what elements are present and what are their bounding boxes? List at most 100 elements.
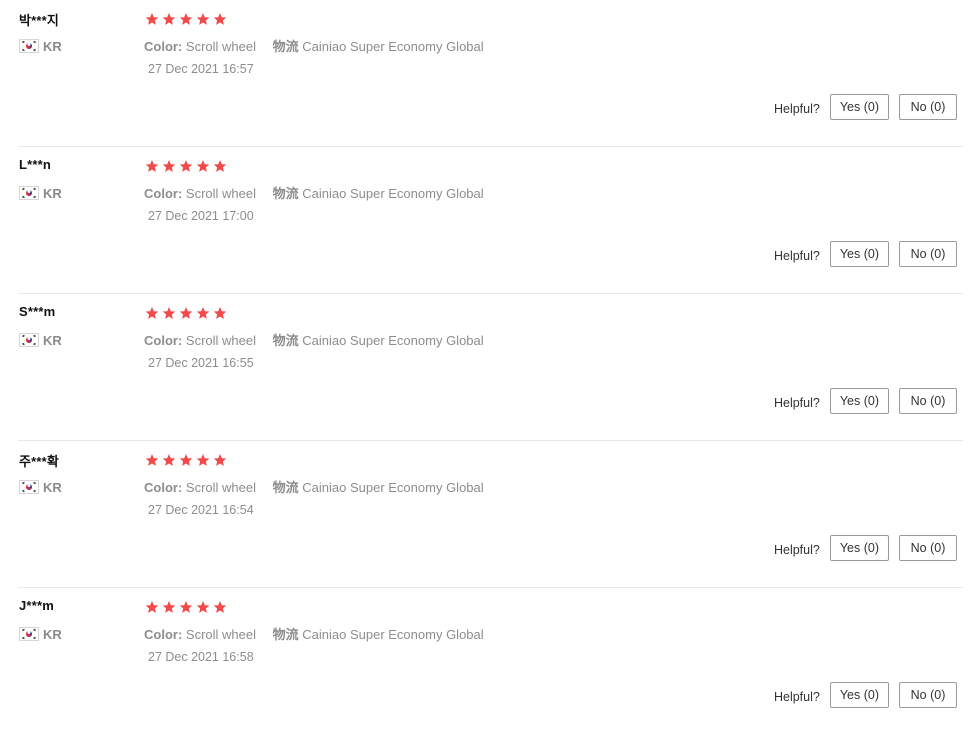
star-icon: [179, 454, 193, 466]
helpful-no-button[interactable]: No (0): [899, 682, 957, 708]
star-icon: [145, 160, 159, 172]
color-key: Color:: [144, 627, 183, 642]
country-code: KR: [43, 38, 62, 54]
shipping-key: 物流: [272, 39, 299, 54]
star-icon: [162, 454, 176, 466]
color-key: Color:: [144, 39, 183, 54]
star-icon: [213, 307, 227, 319]
color-value: Scroll wheel: [185, 39, 256, 54]
country-code: KR: [43, 332, 62, 348]
reviewer-name: 주***확: [19, 454, 60, 469]
color-key: Color:: [144, 186, 183, 201]
star-rating: [145, 453, 227, 467]
star-icon: [196, 13, 210, 25]
sku-info: Color: Scroll wheel 物流 Cainiao Super Eco…: [144, 477, 484, 496]
star-icon: [213, 13, 227, 25]
helpful-yes-button[interactable]: Yes (0): [829, 535, 889, 561]
star-icon: [145, 13, 159, 25]
review-date: 27 Dec 2021 17:00: [148, 209, 254, 223]
helpful-yes-button[interactable]: Yes (0): [829, 94, 889, 120]
reviewer-country: KR: [19, 184, 62, 202]
reviewer-country: KR: [19, 331, 62, 349]
country-code: KR: [43, 185, 62, 201]
helpful-vote: Helpful? Yes (0) No (0): [774, 388, 957, 414]
star-icon: [196, 160, 210, 172]
star-icon: [145, 601, 159, 613]
helpful-no-button[interactable]: No (0): [899, 94, 957, 120]
shipping-key: 物流: [272, 627, 299, 642]
shipping-value: Cainiao Super Economy Global: [302, 627, 484, 642]
review-date: 27 Dec 2021 16:57: [148, 62, 254, 76]
sku-info: Color: Scroll wheel 物流 Cainiao Super Eco…: [144, 36, 484, 55]
helpful-label: Helpful?: [773, 543, 820, 557]
color-value: Scroll wheel: [185, 480, 256, 495]
review-item: J***m KR Color: Scroll wheel 物流 Cainiao …: [0, 588, 980, 730]
reviewer-name: J***m: [19, 598, 54, 613]
helpful-yes-button[interactable]: Yes (0): [829, 241, 889, 267]
helpful-label: Helpful?: [773, 102, 820, 116]
star-rating: [145, 600, 227, 614]
review-date: 27 Dec 2021 16:55: [148, 356, 254, 370]
review-list: 박***지 KR Color: Scroll wheel 物流 Cainiao …: [0, 0, 980, 730]
star-icon: [145, 307, 159, 319]
color-key: Color:: [144, 333, 183, 348]
review-date: 27 Dec 2021 16:58: [148, 650, 254, 664]
reviewer-name: S***m: [19, 304, 56, 319]
star-icon: [196, 454, 210, 466]
review-item: 주***확 KR Color: Scroll wheel 物流 Cainiao …: [0, 441, 980, 588]
reviewer-name: L***n: [19, 157, 52, 172]
helpful-no-button[interactable]: No (0): [899, 535, 957, 561]
helpful-label: Helpful?: [773, 690, 820, 704]
helpful-vote: Helpful? Yes (0) No (0): [774, 535, 957, 561]
reviewer-country: KR: [19, 37, 62, 55]
shipping-value: Cainiao Super Economy Global: [302, 39, 484, 54]
star-rating: [145, 306, 227, 320]
star-icon: [162, 160, 176, 172]
star-rating: [145, 159, 227, 173]
south-korea-flag-icon: [19, 627, 39, 641]
shipping-value: Cainiao Super Economy Global: [302, 333, 484, 348]
helpful-no-button[interactable]: No (0): [899, 241, 957, 267]
star-icon: [179, 13, 193, 25]
star-icon: [162, 13, 176, 25]
shipping-key: 物流: [272, 186, 299, 201]
south-korea-flag-icon: [19, 39, 39, 53]
shipping-value: Cainiao Super Economy Global: [302, 186, 484, 201]
shipping-value: Cainiao Super Economy Global: [302, 480, 484, 495]
star-icon: [179, 160, 193, 172]
review-item: 박***지 KR Color: Scroll wheel 物流 Cainiao …: [0, 0, 980, 147]
helpful-label: Helpful?: [773, 249, 820, 263]
color-value: Scroll wheel: [185, 186, 256, 201]
south-korea-flag-icon: [19, 333, 39, 347]
star-icon: [145, 454, 159, 466]
review-item: S***m KR Color: Scroll wheel 物流 Cainiao …: [0, 294, 980, 441]
shipping-key: 物流: [272, 333, 299, 348]
color-value: Scroll wheel: [185, 627, 256, 642]
sku-info: Color: Scroll wheel 物流 Cainiao Super Eco…: [144, 624, 484, 643]
reviewer-country: KR: [19, 478, 62, 496]
star-icon: [162, 307, 176, 319]
helpful-vote: Helpful? Yes (0) No (0): [774, 241, 957, 267]
star-icon: [179, 601, 193, 613]
shipping-key: 物流: [272, 480, 299, 495]
review-item: L***n KR Color: Scroll wheel 物流 Cainiao …: [0, 147, 980, 294]
review-date: 27 Dec 2021 16:54: [148, 503, 254, 517]
reviewer-name: 박***지: [19, 13, 60, 28]
star-icon: [162, 601, 176, 613]
sku-info: Color: Scroll wheel 物流 Cainiao Super Eco…: [144, 330, 484, 349]
sku-info: Color: Scroll wheel 物流 Cainiao Super Eco…: [144, 183, 484, 202]
helpful-yes-button[interactable]: Yes (0): [829, 388, 889, 414]
color-value: Scroll wheel: [185, 333, 256, 348]
helpful-yes-button[interactable]: Yes (0): [829, 682, 889, 708]
reviewer-country: KR: [19, 625, 62, 643]
south-korea-flag-icon: [19, 480, 39, 494]
star-icon: [196, 601, 210, 613]
star-icon: [213, 160, 227, 172]
helpful-no-button[interactable]: No (0): [899, 388, 957, 414]
helpful-vote: Helpful? Yes (0) No (0): [774, 682, 957, 708]
star-rating: [145, 12, 227, 26]
helpful-vote: Helpful? Yes (0) No (0): [774, 94, 957, 120]
star-icon: [196, 307, 210, 319]
south-korea-flag-icon: [19, 186, 39, 200]
star-icon: [213, 601, 227, 613]
